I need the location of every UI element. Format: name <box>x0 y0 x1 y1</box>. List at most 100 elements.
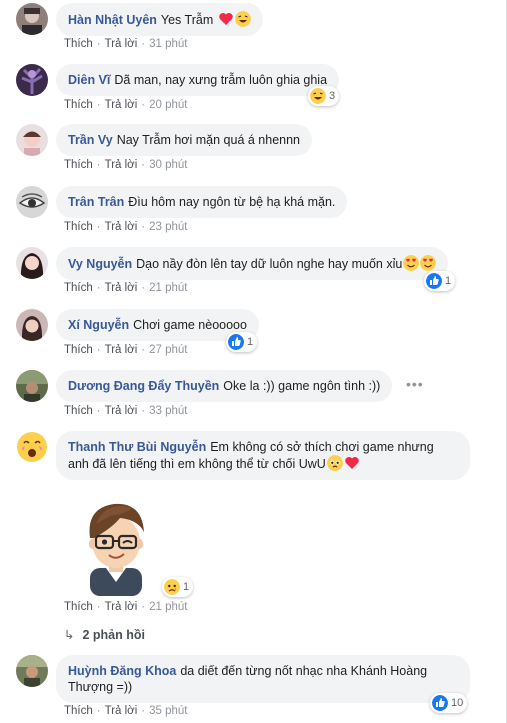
avatar[interactable] <box>16 124 48 156</box>
avatar[interactable] <box>16 309 48 341</box>
comment-actions: Thích · Trả lời · 20 phút <box>64 99 188 111</box>
avatar[interactable] <box>16 64 48 96</box>
like-link[interactable]: Thích <box>64 405 93 417</box>
comment-text: Yes Trẫm <box>160 13 214 27</box>
like-icon <box>426 273 442 289</box>
reply-link[interactable]: Trả lời <box>105 159 138 171</box>
like-link[interactable]: Thích <box>64 38 93 50</box>
like-link[interactable]: Thích <box>64 159 93 171</box>
view-replies-link[interactable]: ↳ 2 phản hồi <box>64 627 145 642</box>
reply-link[interactable]: Trả lời <box>105 705 138 717</box>
comment-text: Nay Trẫm hơi mặn quá á nhennn <box>116 133 301 147</box>
heart-icon <box>345 457 359 469</box>
commenter-name[interactable]: Trân Trân <box>68 195 124 209</box>
comment-bubble: Dương Đang Đẩy Thuyền Oke la :)) game ngô… <box>56 370 393 402</box>
comment-bubble: Thanh Thư Bùi Nguyễn Em không có sở thích… <box>56 431 470 480</box>
comment-bubble: Diên Vĩ Dã man, nay xưng trẫm luôn ghia g… <box>56 64 340 96</box>
reaction-summary[interactable]: 1 <box>162 577 194 597</box>
comment-text: Dạo nầy đòn lên tay dữ luôn nghe hay muố… <box>136 257 403 271</box>
comment-actions: Thích · Trả lời · 30 phút <box>64 159 188 171</box>
reply-link[interactable]: Trả lời <box>105 282 138 294</box>
sad-icon <box>164 579 180 595</box>
comment-text: Dã man, nay xưng trẫm luôn ghia ghia <box>114 73 328 87</box>
commenter-name[interactable]: Hàn Nhật Uyên <box>68 13 157 27</box>
avatar[interactable] <box>16 247 48 279</box>
reply-link[interactable]: Trả lời <box>105 38 138 50</box>
commenter-name[interactable]: Huỳnh Đăng Khoa <box>68 664 176 678</box>
reaction-summary[interactable]: 10 <box>430 693 468 713</box>
comment-bubble: Vy Nguyễn Dạo nầy đòn lên tay dữ luôn ngh… <box>56 247 449 280</box>
reaction-count: 3 <box>329 90 336 102</box>
replies-count-label: 2 phản hồi <box>82 628 145 642</box>
reaction-summary[interactable]: 1 <box>226 332 258 352</box>
timestamp[interactable]: 31 phút <box>149 38 187 50</box>
love-eyes-icon <box>403 255 420 271</box>
comment-actions: Thích · Trả lời · 21 phút <box>64 282 188 294</box>
like-icon <box>228 334 244 350</box>
comment-bubble: Hàn Nhật Uyên Yes Trẫm <box>56 3 263 36</box>
laughing-emoji-icon <box>234 11 251 27</box>
comment-actions: Thích · Trả lời · 23 phút <box>64 221 188 233</box>
reply-link[interactable]: Trả lời <box>105 221 138 233</box>
avatar[interactable] <box>16 431 48 463</box>
commenter-name[interactable]: Xí Nguyễn <box>68 318 129 332</box>
reply-arrow-icon: ↳ <box>64 628 75 642</box>
timestamp[interactable]: 23 phút <box>149 221 187 233</box>
reaction-count: 1 <box>183 581 190 593</box>
timestamp[interactable]: 20 phút <box>149 99 187 111</box>
timestamp[interactable]: 21 phút <box>149 282 187 294</box>
comment-text: Thượng =)) <box>68 680 133 694</box>
avatar[interactable] <box>16 370 48 402</box>
timestamp[interactable]: 30 phút <box>149 159 187 171</box>
comment-actions: Thích · Trả lời · 31 phút <box>64 38 188 50</box>
avatar[interactable] <box>16 655 48 687</box>
comment-text: Em không có sở thích chơi game nhưng <box>210 440 434 454</box>
reaction-count: 10 <box>451 697 464 709</box>
reply-link[interactable]: Trả lời <box>105 405 138 417</box>
comment-bubble: Trần Vy Nay Trẫm hơi mặn quá á nhennn <box>56 124 313 156</box>
comment-bubble: Trân Trân Đìu hôm nay ngôn từ bệ hạ khá m… <box>56 186 348 218</box>
like-icon <box>432 695 448 711</box>
timestamp[interactable]: 21 phút <box>149 601 187 613</box>
commenter-name[interactable]: Vy Nguyễn <box>68 257 132 271</box>
like-link[interactable]: Thích <box>64 705 93 717</box>
timestamp[interactable]: 35 phút <box>149 705 187 717</box>
comment-text: Chơi game nèooooo <box>133 318 247 332</box>
reaction-summary[interactable]: 3 <box>308 86 340 106</box>
reaction-count: 1 <box>445 275 452 287</box>
commenter-name[interactable]: Thanh Thư Bùi Nguyễn <box>68 440 206 454</box>
love-eyes-icon <box>420 255 437 271</box>
reaction-summary[interactable]: 1 <box>424 271 456 291</box>
pleading-emoji-icon <box>326 455 343 471</box>
like-link[interactable]: Thích <box>64 221 93 233</box>
comment-text: Đìu hôm nay ngôn từ bệ hạ khá mặn. <box>128 195 336 209</box>
timestamp[interactable]: 27 phút <box>149 344 187 356</box>
reply-link[interactable]: Trả lời <box>105 99 138 111</box>
comment-actions: Thích · Trả lời · 35 phút <box>64 705 188 717</box>
like-link[interactable]: Thích <box>64 99 93 111</box>
comment-text: da diết đến từng nốt nhạc nha Khánh Hoàn… <box>180 664 428 678</box>
commenter-name[interactable]: Diên Vĩ <box>68 73 110 87</box>
reply-link[interactable]: Trả lời <box>105 601 138 613</box>
more-options-icon[interactable]: ••• <box>406 376 424 392</box>
commenter-name[interactable]: Dương Đang Đẩy Thuyền <box>68 379 219 393</box>
avatar[interactable] <box>16 3 48 35</box>
comment-text: Oke la :)) game ngôn tình :)) <box>223 379 381 393</box>
reaction-count: 1 <box>247 336 254 348</box>
comment-text: anh đã lên tiếng thì em không thể từ chố… <box>68 457 326 471</box>
comment-section: Hàn Nhật Uyên Yes Trẫm Thích · Trả lời · 31 p… <box>0 0 507 723</box>
like-link[interactable]: Thích <box>64 344 93 356</box>
comment-actions: Thích · Trả lời · 27 phút <box>64 344 188 356</box>
timestamp[interactable]: 33 phút <box>149 405 187 417</box>
heart-icon <box>218 13 233 25</box>
comment-bubble: Huỳnh Đăng Khoa da diết đến từng nốt nhạc… <box>56 655 470 703</box>
like-link[interactable]: Thích <box>64 282 93 294</box>
comment-actions: Thích · Trả lời · 33 phút <box>64 405 188 417</box>
haha-icon <box>310 88 326 104</box>
commenter-name[interactable]: Trần Vy <box>68 133 113 147</box>
like-link[interactable]: Thích <box>64 601 93 613</box>
comment-actions: Thích · Trả lời · 21 phút <box>64 601 188 613</box>
reply-link[interactable]: Trả lời <box>105 344 138 356</box>
avatar[interactable] <box>16 186 48 218</box>
sticker-image[interactable] <box>76 494 156 596</box>
